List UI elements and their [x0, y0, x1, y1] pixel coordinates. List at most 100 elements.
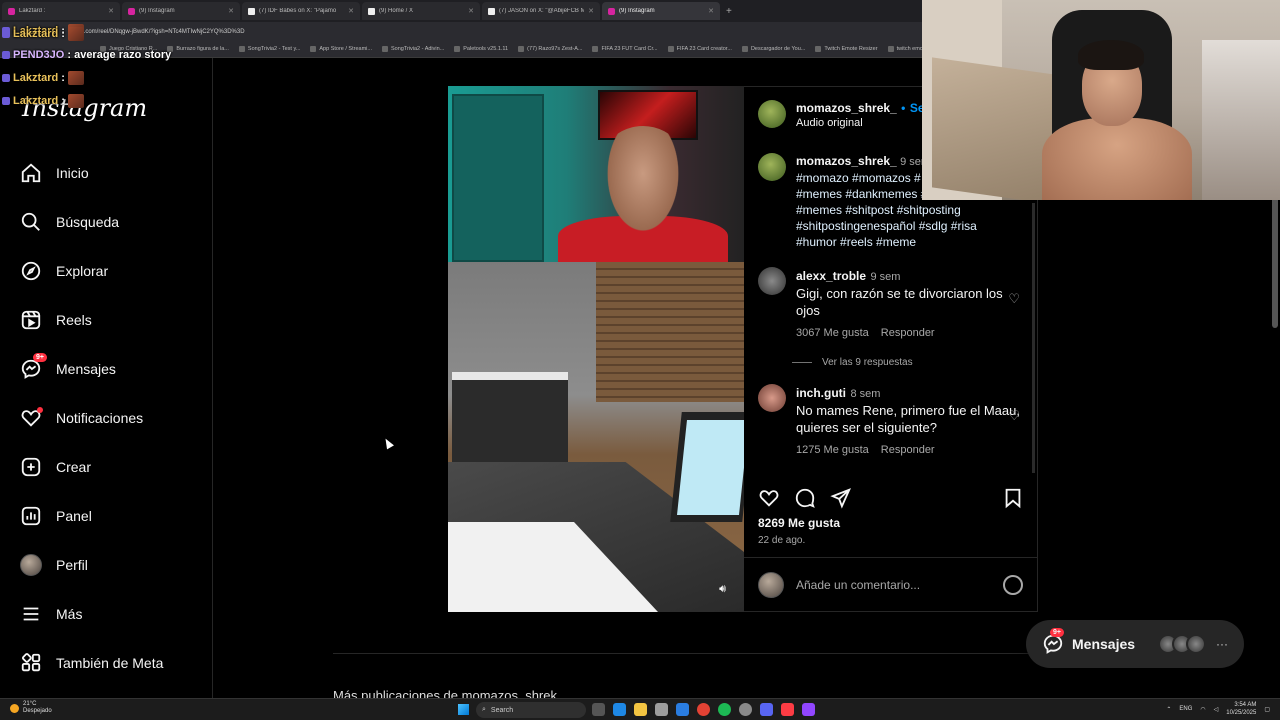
speaker-icon[interactable]: ◁ — [1214, 706, 1219, 713]
wifi-icon[interactable]: ◠ — [1200, 706, 1205, 713]
sidebar-item-reels[interactable]: Reels — [20, 306, 200, 334]
post-username[interactable]: momazos_shrek_ — [796, 101, 897, 115]
person-face-image — [588, 126, 698, 262]
reel-video[interactable]: 🔊︎ — [448, 86, 744, 612]
bookmark-icon[interactable] — [1002, 487, 1024, 509]
sidebar-item-tambien-de-meta[interactable]: También de Meta — [20, 649, 200, 677]
share-send-icon[interactable] — [830, 487, 852, 509]
bookmark-favicon-icon — [381, 46, 388, 52]
browser-tab[interactable]: (9) Instagram ✕ — [122, 2, 240, 20]
close-icon[interactable]: ✕ — [108, 7, 114, 15]
new-tab-button[interactable]: + — [726, 6, 732, 17]
caption-username[interactable]: momazos_shrek_ — [796, 154, 897, 168]
audio-label[interactable]: Audio original — [796, 117, 932, 129]
comment-likes[interactable]: 1275 Me gusta — [796, 444, 869, 456]
clock[interactable]: 3:54 AM 10/25/2025 — [1226, 701, 1256, 717]
likes-count[interactable]: 8269 Me gusta — [758, 516, 840, 530]
comment-username[interactable]: alexx_troble — [796, 269, 866, 283]
bookmark-item[interactable]: Paletools v25.1.11 — [454, 46, 508, 52]
discord-icon[interactable] — [760, 703, 773, 716]
browser-tab[interactable]: (7) IDF Babes on X: "Pajamo ✕ — [242, 2, 360, 20]
tab-title: Lakztard : — [19, 8, 46, 14]
bookmark-item[interactable]: Descargador de You... — [741, 46, 805, 52]
comment-like-heart-icon[interactable]: ♡ — [1008, 408, 1020, 424]
caption-line[interactable]: #humor #reels #meme — [796, 234, 986, 250]
volume-icon[interactable]: 🔊︎ — [719, 583, 726, 596]
bookmark-item[interactable]: SongTrivia2 - Adivin... — [381, 46, 444, 52]
close-icon[interactable]: ✕ — [468, 7, 474, 15]
plus-square-icon — [21, 457, 41, 477]
bookmark-item[interactable]: FIFA 23 Card creator... — [667, 46, 732, 52]
sidebar-item-inicio[interactable]: Inicio — [20, 159, 200, 187]
sidebar-item-notificaciones[interactable]: Notificaciones — [20, 404, 200, 432]
browser-tab[interactable]: (9) Home / X ✕ — [362, 2, 480, 20]
messages-pill-button[interactable]: 9+ Mensajes ··· — [1026, 620, 1244, 668]
bookmark-item[interactable]: (77) Razo97s Zest-A... — [518, 46, 582, 52]
music-icon[interactable] — [781, 703, 794, 716]
caption-line[interactable]: #shitpostingenespañol #sdlg #risa — [796, 218, 986, 234]
sidebar-item-label: Reels — [56, 312, 92, 328]
comment-time: 9 sem — [870, 271, 901, 283]
avatar[interactable] — [758, 384, 786, 412]
mail-icon[interactable] — [676, 703, 689, 716]
bookmark-item[interactable]: Twitch Emote Resizer — [815, 46, 878, 52]
comment-like-heart-icon[interactable]: ♡ — [1008, 291, 1020, 307]
bookmark-item[interactable]: FIFA 23 FUT Card Cr... — [592, 46, 658, 52]
weather-widget[interactable]: 21°C Despejado — [10, 701, 52, 715]
emoji-icon[interactable] — [1003, 575, 1023, 595]
file-explorer-icon[interactable] — [634, 703, 647, 716]
sidebar-item-label: Perfil — [56, 557, 88, 573]
browser-tab[interactable]: (7) JASON on X: "@AbijeFCB Mi ✕ — [482, 2, 600, 20]
sidebar-item-explorar[interactable]: Explorar — [20, 257, 200, 285]
avatar — [20, 554, 42, 576]
sidebar-item-label: Crear — [56, 459, 92, 475]
task-view-icon[interactable] — [592, 703, 605, 716]
comment-bubble-icon[interactable] — [794, 487, 816, 509]
x-favicon-icon — [488, 7, 495, 15]
close-icon[interactable]: ✕ — [348, 7, 354, 15]
view-replies-button[interactable]: Ver las 9 respuestas — [792, 357, 913, 368]
obs-icon[interactable] — [739, 703, 752, 716]
like-heart-icon[interactable] — [758, 487, 780, 509]
comment-likes[interactable]: 3067 Me gusta — [796, 327, 869, 339]
avatar[interactable] — [758, 267, 786, 295]
reply-button[interactable]: Responder — [881, 327, 935, 339]
sidebar-item-mensajes[interactable]: 9+ Mensajes — [20, 353, 200, 383]
comments-scrollbar[interactable] — [1032, 203, 1035, 473]
tab-title: (9) Instagram — [619, 8, 655, 14]
comment-input[interactable]: Añade un comentario... — [796, 578, 991, 592]
bookmark-item[interactable]: SongTrivia2 - Test y... — [238, 46, 300, 52]
taskbar-search[interactable]: ⌕ Search — [476, 702, 586, 718]
sidebar-item-mas[interactable]: Más — [20, 600, 200, 628]
reply-button[interactable]: Responder — [881, 444, 935, 456]
close-icon[interactable]: ✕ — [228, 7, 234, 15]
system-tray: ⌃ ENG ◠ ◁ 3:54 AM 10/25/2025 ▢ — [1166, 701, 1270, 717]
chrome-icon[interactable] — [697, 703, 710, 716]
language-indicator[interactable]: ENG — [1179, 706, 1192, 712]
sidebar-item-busqueda[interactable]: Búsqueda — [20, 208, 200, 236]
sidebar-item-perfil[interactable]: Perfil — [20, 551, 200, 579]
close-icon[interactable]: ✕ — [708, 7, 714, 15]
sidebar-item-crear[interactable]: Crear — [20, 453, 200, 481]
chevron-up-icon[interactable]: ⌃ — [1166, 706, 1171, 713]
browser-tab[interactable]: Lakztard : ✕ — [2, 2, 120, 20]
close-icon[interactable]: ✕ — [588, 7, 594, 15]
avatar[interactable] — [758, 153, 786, 181]
caption-line[interactable]: #memes #shitpost #shitposting — [796, 202, 986, 218]
avatar[interactable] — [758, 100, 786, 128]
windows-start-icon[interactable] — [458, 704, 469, 715]
twitch-icon[interactable] — [802, 703, 815, 716]
reels-icon — [21, 310, 41, 330]
spotify-icon[interactable] — [718, 703, 731, 716]
store-icon[interactable] — [655, 703, 668, 716]
browser-tab-active[interactable]: (9) Instagram ✕ — [602, 2, 720, 20]
emote-icon — [67, 27, 84, 41]
chat-text: : average razo story — [67, 49, 172, 61]
bookmark-item[interactable]: Burrazo figura de la... — [167, 46, 229, 52]
edge-icon[interactable] — [613, 703, 626, 716]
bookmark-item[interactable]: App Store / Streami... — [310, 46, 372, 52]
comment-username[interactable]: inch.guti — [796, 386, 846, 400]
sidebar-item-panel[interactable]: Panel — [20, 502, 200, 530]
sidebar-item-label: Mensajes — [56, 361, 116, 377]
notifications-bell-icon[interactable]: ▢ — [1264, 706, 1270, 713]
